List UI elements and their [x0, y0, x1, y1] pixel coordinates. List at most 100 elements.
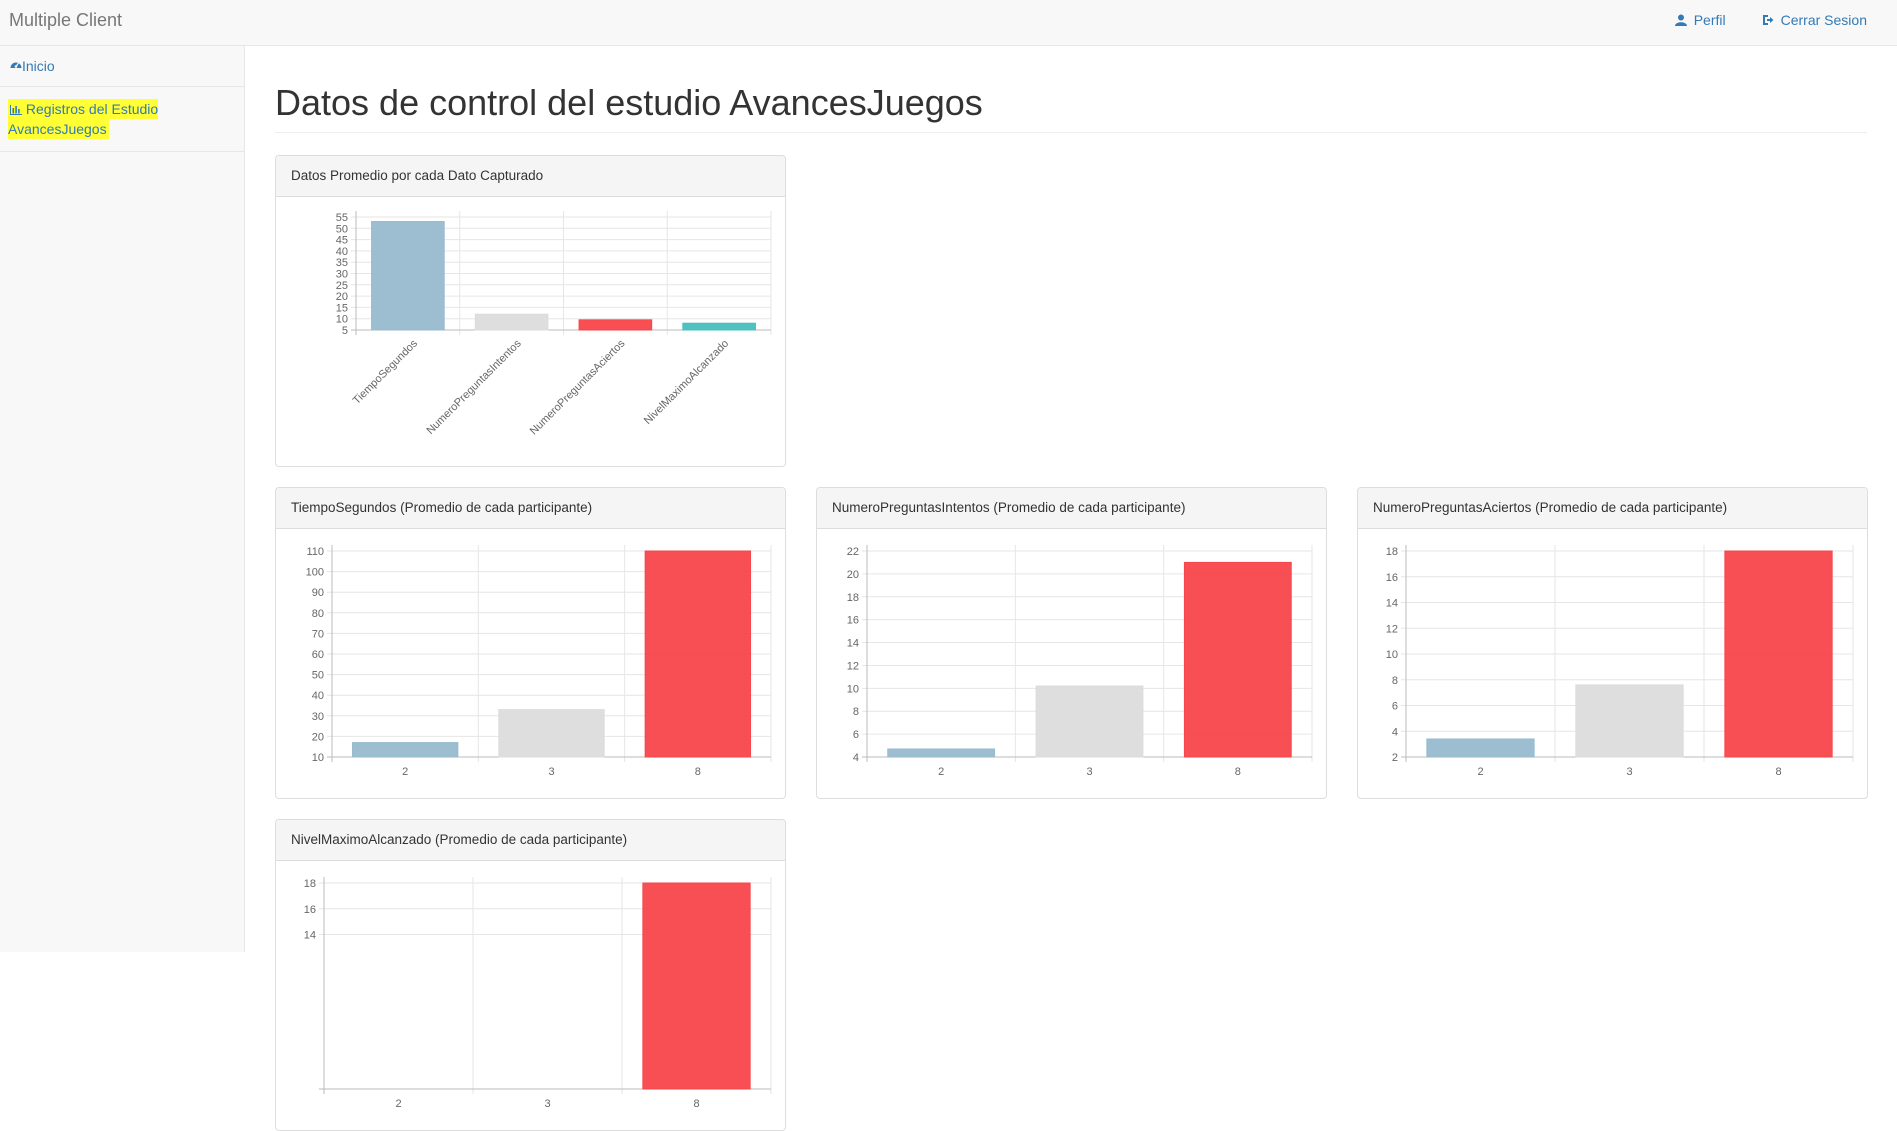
bar: [1035, 685, 1144, 758]
bar: [1724, 550, 1833, 758]
y-tick-label: 55: [336, 212, 348, 224]
sidebar-item-label: Registros del Estudio AvancesJuegos: [8, 101, 159, 137]
chart-panel-aciertos: NumeroPreguntasAciertos (Promedio de cad…: [1357, 487, 1868, 799]
y-tick-label: 25: [336, 280, 348, 292]
y-tick-label: 30: [312, 711, 324, 723]
y-tick-label: 60: [312, 649, 324, 661]
panel-title: TiempoSegundos (Promedio de cada partici…: [276, 488, 785, 529]
y-tick-label: 50: [336, 223, 348, 235]
panel-title: NumeroPreguntasIntentos (Promedio de cad…: [817, 488, 1326, 529]
y-tick-label: 16: [1386, 572, 1398, 584]
x-tick-label: 8: [695, 766, 701, 778]
y-tick-label: 35: [336, 257, 348, 269]
y-tick-label: 90: [312, 587, 324, 599]
sidebar-item-inicio[interactable]: Inicio: [0, 46, 244, 87]
y-tick-label: 30: [336, 269, 348, 281]
y-tick-label: 20: [847, 569, 859, 581]
x-tick-label: 2: [402, 766, 408, 778]
x-tick-label: 2: [938, 766, 944, 778]
x-tick-label: 8: [1235, 766, 1241, 778]
y-tick-label: 18: [1386, 546, 1398, 558]
y-tick-label: 22: [847, 546, 859, 558]
bar-chart-aciertos: 2 4 6 8 10 12 14 16 18 2 3 8: [1386, 545, 1854, 778]
y-tick-label: 18: [847, 592, 859, 604]
y-tick-label: 20: [312, 731, 324, 743]
y-tick-label: 16: [847, 615, 859, 627]
y-tick-label: 5: [342, 325, 348, 337]
x-tick-label: 3: [544, 1098, 550, 1110]
bar: [498, 709, 605, 758]
x-tick-label: NumeroPreguntasAciertos: [528, 337, 628, 437]
y-tick-label: 110: [306, 546, 324, 558]
x-tick-label: 3: [1086, 766, 1092, 778]
y-tick-label: 80: [312, 608, 324, 620]
bar: [1183, 561, 1292, 758]
bar: [644, 550, 752, 758]
y-tick-label: 40: [336, 246, 348, 258]
y-tick-label: 10: [312, 752, 324, 764]
panel-title: NivelMaximoAlcanzado (Promedio de cada p…: [276, 820, 785, 861]
bar: [1575, 684, 1684, 758]
x-tick-label: 8: [1775, 766, 1781, 778]
chart-panel-summary: Datos Promedio por cada Dato Capturado 5…: [275, 155, 786, 467]
profile-link[interactable]: Perfil: [1674, 12, 1726, 28]
sign-out-icon: [1762, 15, 1774, 25]
bar: [351, 742, 459, 758]
bar-chart-nivel: 14 16 18 2 3 8: [304, 877, 772, 1110]
y-tick-label: 14: [1386, 598, 1398, 610]
panel-title: NumeroPreguntasAciertos (Promedio de cad…: [1358, 488, 1867, 529]
x-tick-label: 2: [1477, 766, 1483, 778]
y-tick-label: 20: [336, 291, 348, 303]
page-title: Datos de control del estudio AvancesJueg…: [275, 82, 1867, 133]
navbar-right: Perfil Cerrar Sesion: [1674, 12, 1867, 28]
y-tick-label: 10: [336, 314, 348, 326]
y-tick-label: 2: [1392, 752, 1398, 764]
sidebar-item-label: Inicio: [22, 58, 55, 74]
y-tick-label: 10: [847, 683, 859, 695]
y-tick-label: 14: [847, 638, 859, 650]
bar-chart-intentos: 468101214161820222 3 8: [847, 545, 1313, 778]
bar: [642, 882, 751, 1090]
chart-panel-nivel: NivelMaximoAlcanzado (Promedio de cada p…: [275, 819, 786, 1131]
sidebar-item-registros[interactable]: Registros del Estudio AvancesJuegos: [0, 87, 244, 152]
bar: [887, 748, 996, 758]
y-tick-label: 18: [304, 878, 316, 890]
bar: [682, 322, 756, 331]
bar-chart-icon: [10, 105, 22, 115]
x-tick-label: 8: [693, 1098, 699, 1110]
x-tick-label: NivelMaximoAlcanzado: [642, 338, 731, 427]
logout-label: Cerrar Sesion: [1780, 12, 1867, 28]
top-navbar: Multiple Client Perfil Cerrar Sesion: [0, 0, 1897, 46]
y-tick-label: 6: [853, 729, 859, 741]
y-tick-label: 6: [1392, 701, 1398, 713]
y-tick-label: 12: [1386, 623, 1398, 635]
x-tick-label: 3: [548, 766, 554, 778]
y-tick-label: 14: [304, 930, 316, 942]
bar: [371, 221, 445, 331]
y-tick-label: 12: [847, 660, 859, 672]
profile-label: Perfil: [1693, 12, 1726, 28]
y-tick-label: 8: [1392, 675, 1398, 687]
user-icon: [1674, 14, 1687, 26]
panel-title: Datos Promedio por cada Dato Capturado: [276, 156, 785, 197]
y-tick-label: 4: [1392, 726, 1398, 738]
x-tick-label: NumeroPreguntasIntentos: [424, 337, 524, 437]
y-tick-label: 8: [853, 706, 859, 718]
x-tick-label: 2: [395, 1098, 401, 1110]
y-tick-label: 16: [304, 904, 316, 916]
bar-chart-summary: 510152025303540455055TiempoSegundos Numer…: [336, 211, 772, 437]
y-tick-label: 70: [312, 628, 324, 640]
bar: [474, 313, 549, 331]
app-title[interactable]: Multiple Client: [9, 10, 122, 31]
bar: [1426, 738, 1535, 758]
y-tick-label: 45: [336, 235, 348, 247]
dashboard-icon: [10, 62, 22, 68]
y-tick-label: 100: [306, 567, 324, 579]
highlight-marker: Registros del Estudio AvancesJuegos: [8, 99, 159, 139]
chart-panel-tiempo: TiempoSegundos (Promedio de cada partici…: [275, 487, 786, 799]
logout-link[interactable]: Cerrar Sesion: [1762, 12, 1867, 28]
y-tick-label: 15: [336, 302, 348, 314]
bar: [578, 319, 653, 331]
y-tick-label: 4: [853, 752, 859, 764]
y-tick-label: 50: [312, 670, 324, 682]
